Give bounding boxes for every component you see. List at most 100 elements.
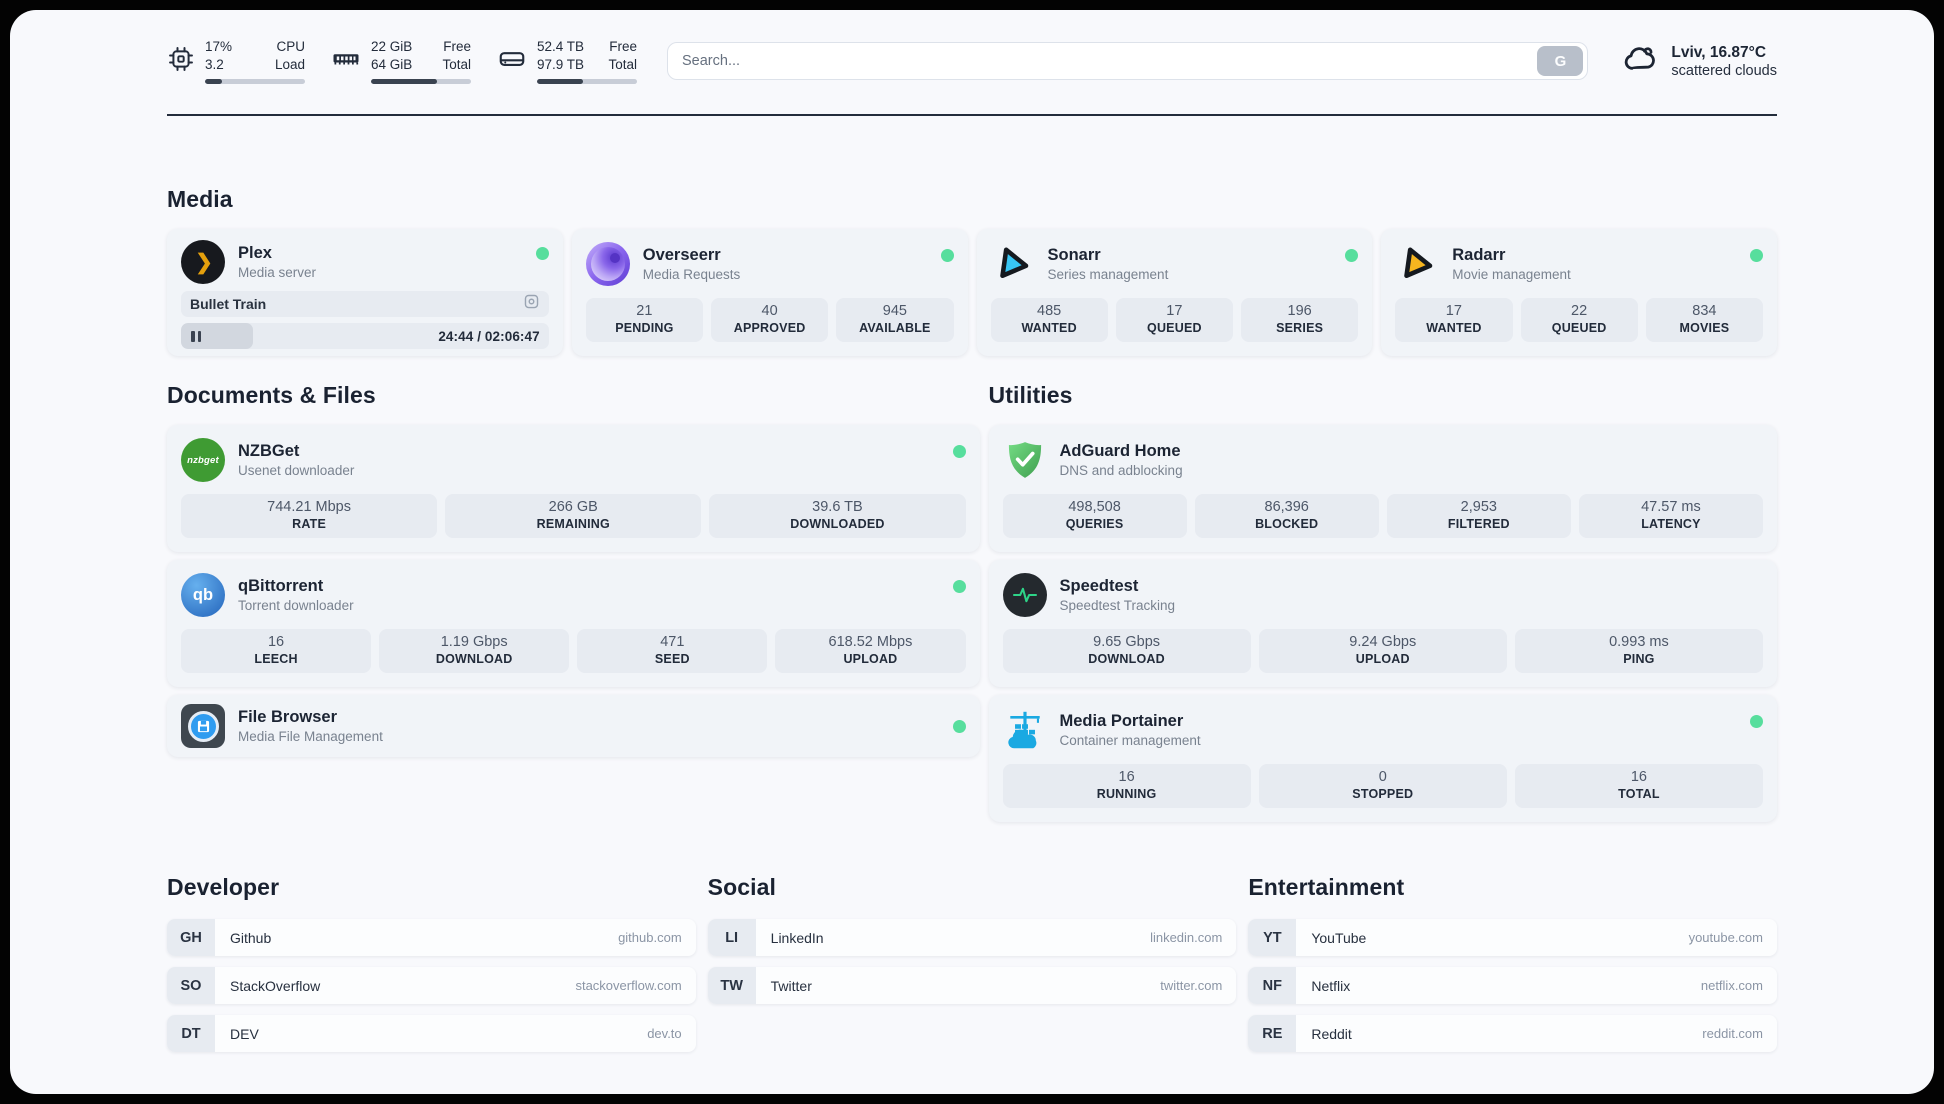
section-title-social: Social bbox=[707, 874, 777, 900]
app-card-adguard[interactable]: AdGuard Home DNS and adblocking 498,508 Q… bbox=[988, 425, 1777, 552]
plex-icon: ❯ bbox=[181, 240, 225, 284]
app-subtitle: DNS and adblocking bbox=[1059, 463, 1183, 478]
link-linkedin[interactable]: LI LinkedIn linkedin.com bbox=[707, 919, 1237, 956]
link-url: linkedin.com bbox=[1150, 930, 1223, 945]
nzbget-icon: nzbget bbox=[181, 438, 225, 482]
stat-remaining: 266 GB REMAINING bbox=[445, 494, 702, 538]
stat-seed: 471 SEED bbox=[577, 629, 768, 673]
top-bar: 17% 3.2 CPU Load 22 GiB 64 GiB Free Tota… bbox=[167, 32, 1777, 90]
link-name: Netflix bbox=[1311, 977, 1351, 994]
app-card-nzbget[interactable]: nzbget NZBGet Usenet downloader 744.21 M… bbox=[167, 425, 980, 552]
app-subtitle: Media server bbox=[238, 265, 317, 280]
speedtest-icon bbox=[1002, 573, 1047, 617]
documents-column: Documents & Files nzbget NZBGet Usenet d… bbox=[167, 356, 980, 822]
link-youtube[interactable]: YT YouTube youtube.com bbox=[1248, 919, 1777, 956]
stat-downloaded: 39.6 TB DOWNLOADED bbox=[709, 494, 966, 538]
stat-wanted: 485 WANTED bbox=[990, 298, 1108, 342]
disk-labels: Free Total bbox=[608, 39, 637, 72]
entertainment-section: Entertainment YT YouTube youtube.com NF … bbox=[1248, 874, 1777, 1052]
link-abbr: GH bbox=[167, 919, 215, 956]
app-name: Plex bbox=[238, 244, 272, 262]
link-github[interactable]: GH Github github.com bbox=[167, 919, 696, 956]
now-playing-video-icon bbox=[523, 293, 540, 315]
search-input[interactable] bbox=[682, 53, 1538, 69]
link-url: reddit.com bbox=[1702, 1026, 1763, 1041]
app-card-filebrowser[interactable]: File Browser Media File Management bbox=[167, 695, 980, 757]
stat-available: 945 AVAILABLE bbox=[836, 298, 954, 342]
cloud-icon bbox=[1622, 40, 1659, 82]
app-name: Radarr bbox=[1452, 246, 1506, 264]
stat-approved: 40 APPROVED bbox=[711, 298, 829, 342]
link-name: LinkedIn bbox=[770, 929, 824, 946]
stat-queries: 498,508 QUERIES bbox=[1002, 494, 1187, 538]
link-abbr: SO bbox=[167, 967, 215, 1004]
stat-rate: 744.21 Mbps RATE bbox=[181, 494, 438, 538]
status-dot bbox=[1750, 249, 1763, 262]
link-name: YouTube bbox=[1311, 929, 1367, 946]
stat-filtered: 2,953 FILTERED bbox=[1386, 494, 1571, 538]
now-playing-title: Bullet Train bbox=[190, 296, 267, 312]
stat-leech: 16 LEECH bbox=[181, 629, 372, 673]
app-name: qBittorrent bbox=[238, 577, 324, 595]
portainer-icon bbox=[1003, 708, 1047, 752]
status-dot bbox=[952, 719, 966, 733]
link-dev[interactable]: DT DEV dev.to bbox=[167, 1015, 696, 1052]
status-dot bbox=[940, 249, 954, 262]
link-twitter[interactable]: TW Twitter twitter.com bbox=[707, 967, 1237, 1004]
app-card-speedtest[interactable]: Speedtest Speedtest Tracking 9.65 Gbps DO… bbox=[988, 560, 1777, 687]
search-engine-button[interactable]: G bbox=[1537, 46, 1584, 76]
app-subtitle: Torrent downloader bbox=[238, 598, 354, 613]
app-card-sonarr[interactable]: Sonarr Series management 485 WANTED 17 QUE… bbox=[976, 229, 1373, 356]
link-netflix[interactable]: NF Netflix netflix.com bbox=[1248, 967, 1777, 1004]
app-subtitle: Container management bbox=[1059, 733, 1201, 748]
cpu-chip-icon bbox=[167, 45, 195, 78]
link-name: DEV bbox=[230, 1025, 259, 1042]
status-dot bbox=[952, 445, 966, 458]
section-title-documents: Documents & Files bbox=[167, 382, 376, 408]
section-title-media: Media bbox=[167, 186, 233, 212]
stat-blocked: 86,396 BLOCKED bbox=[1194, 494, 1379, 538]
app-card-qbittorrent[interactable]: qb qBittorrent Torrent downloader 16 LEEC… bbox=[167, 560, 980, 687]
link-abbr: YT bbox=[1248, 919, 1297, 956]
link-url: netflix.com bbox=[1700, 978, 1763, 993]
app-name: File Browser bbox=[238, 708, 338, 726]
stat-total: 16 TOTAL bbox=[1514, 764, 1764, 808]
link-abbr: NF bbox=[1248, 967, 1297, 1004]
stat-running: 16 RUNNING bbox=[1002, 764, 1251, 808]
link-reddit[interactable]: RE Reddit reddit.com bbox=[1248, 1015, 1777, 1052]
search-bar: G bbox=[667, 42, 1589, 80]
cpu-labels: CPU Load bbox=[274, 39, 305, 72]
social-section: Social LI LinkedIn linkedin.com TW Twitt… bbox=[707, 874, 1237, 1052]
playback-progress-bar: 24:44 / 02:06:47 bbox=[181, 323, 549, 349]
app-card-overseerr[interactable]: Overseerr Media Requests 21 PENDING 40 APP… bbox=[571, 229, 968, 356]
app-card-radarr[interactable]: Radarr Movie management 17 WANTED 22 QUEUE… bbox=[1381, 229, 1777, 356]
link-url: youtube.com bbox=[1688, 930, 1763, 945]
section-title-developer: Developer bbox=[167, 874, 280, 900]
stat-ping: 0.993 ms PING bbox=[1514, 629, 1764, 673]
app-card-portainer[interactable]: Media Portainer Container management 16 R… bbox=[988, 695, 1777, 822]
app-subtitle: Series management bbox=[1047, 267, 1169, 282]
app-name: Sonarr bbox=[1047, 246, 1101, 264]
sonarr-icon bbox=[991, 242, 1035, 286]
playback-time: 24:44 / 02:06:47 bbox=[438, 328, 540, 344]
link-url: stackoverflow.com bbox=[575, 978, 682, 993]
cpu-progress-bar bbox=[205, 78, 305, 84]
link-abbr: TW bbox=[707, 967, 756, 1004]
stat-stopped: 0 STOPPED bbox=[1258, 764, 1507, 808]
developer-section: Developer GH Github github.com SO StackO… bbox=[167, 874, 696, 1052]
app-subtitle: Movie management bbox=[1452, 267, 1571, 282]
disk-metric: 52.4 TB 97.9 TB Free Total bbox=[497, 38, 637, 84]
system-metrics: 17% 3.2 CPU Load 22 GiB 64 GiB Free Tota… bbox=[167, 38, 637, 84]
app-card-plex[interactable]: ❯ Plex Media server Bullet Train 24:44 /… bbox=[167, 229, 563, 356]
app-name: Media Portainer bbox=[1059, 712, 1184, 730]
disk-icon bbox=[497, 44, 527, 79]
ram-icon bbox=[331, 44, 361, 79]
stat-movies: 834 MOVIES bbox=[1645, 298, 1763, 342]
link-name: Reddit bbox=[1311, 1025, 1352, 1042]
memory-values: 22 GiB 64 GiB bbox=[371, 39, 413, 72]
utilities-column: Utilities AdGuard Home DNS and adblockin… bbox=[988, 356, 1777, 822]
memory-metric: 22 GiB 64 GiB Free Total bbox=[331, 38, 471, 84]
app-name: AdGuard Home bbox=[1059, 442, 1181, 460]
disk-values: 52.4 TB 97.9 TB bbox=[537, 39, 585, 72]
link-stackoverflow[interactable]: SO StackOverflow stackoverflow.com bbox=[167, 967, 696, 1004]
